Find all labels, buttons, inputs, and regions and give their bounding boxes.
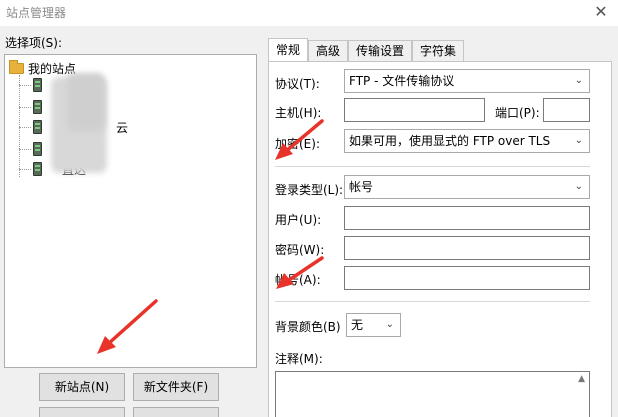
close-button[interactable]: ✕: [590, 1, 612, 23]
tab-transfer-settings[interactable]: 传输设置: [348, 40, 413, 62]
login-type-select[interactable]: 帐号 ⌄: [344, 175, 590, 199]
encryption-value: 如果可用，使用显式的 FTP over TLS: [349, 134, 551, 148]
user-input[interactable]: [344, 206, 590, 230]
host-label: 主机(H):: [275, 106, 322, 120]
new-site-button[interactable]: 新站点(N): [39, 373, 125, 401]
site-item[interactable]: [19, 75, 48, 95]
new-folder-button[interactable]: 新文件夹(F): [133, 373, 219, 401]
tab-charset[interactable]: 字符集: [412, 40, 465, 62]
site-item-label: 云: [116, 120, 129, 135]
tab-advanced[interactable]: 高级: [308, 40, 349, 62]
password-input[interactable]: [344, 236, 590, 260]
site-item[interactable]: [19, 139, 48, 159]
partial-button[interactable]: [39, 407, 125, 417]
password-label: 密码(W):: [275, 243, 325, 257]
title-bar: [0, 0, 618, 26]
scroll-up-icon[interactable]: ▲: [578, 374, 585, 384]
bg-color-value: 无: [351, 318, 364, 332]
login-type-label: 登录类型(L):: [275, 183, 344, 197]
protocol-value: FTP - 文件传输协议: [349, 74, 455, 88]
chevron-down-icon: ⌄: [574, 75, 583, 86]
settings-tabs: 常规 高级 传输设置 字符集: [268, 38, 465, 62]
divider: [275, 301, 590, 302]
encryption-select[interactable]: 如果可用，使用显式的 FTP over TLS ⌄: [344, 129, 590, 153]
port-input[interactable]: [543, 98, 590, 122]
bg-color-select[interactable]: 无 ⌄: [346, 313, 401, 337]
redacted-region: [67, 73, 105, 131]
select-entry-label: 选择项(S):: [5, 36, 63, 50]
port-label: 端口(P):: [495, 106, 540, 120]
login-type-value: 帐号: [349, 180, 374, 194]
protocol-label: 协议(T):: [275, 77, 320, 91]
server-icon: [33, 78, 42, 92]
host-input[interactable]: [344, 98, 485, 122]
folder-icon: [9, 60, 24, 74]
comment-textarea[interactable]: ▲: [275, 371, 590, 417]
server-icon: [33, 100, 42, 114]
tab-general[interactable]: 常规: [268, 38, 309, 62]
account-input[interactable]: [344, 266, 590, 290]
chevron-down-icon: ⌄: [574, 135, 583, 146]
site-tree[interactable]: 我的站点 合逸 云 直达: [4, 54, 257, 368]
encryption-label: 加密(E):: [275, 137, 320, 151]
server-icon: [33, 120, 42, 134]
comment-label: 注释(M):: [275, 352, 323, 366]
account-label: 帐号(A):: [275, 273, 321, 287]
divider: [275, 166, 590, 167]
partial-button[interactable]: [133, 407, 219, 417]
protocol-select[interactable]: FTP - 文件传输协议 ⌄: [344, 69, 590, 93]
server-icon: [33, 162, 42, 176]
chevron-down-icon: ⌄: [385, 319, 394, 330]
bg-color-label: 背景颜色(B): [275, 320, 341, 334]
window-title: 站点管理器: [6, 6, 67, 20]
chevron-down-icon: ⌄: [574, 181, 583, 192]
server-icon: [33, 142, 42, 156]
user-label: 用户(U):: [275, 213, 322, 227]
